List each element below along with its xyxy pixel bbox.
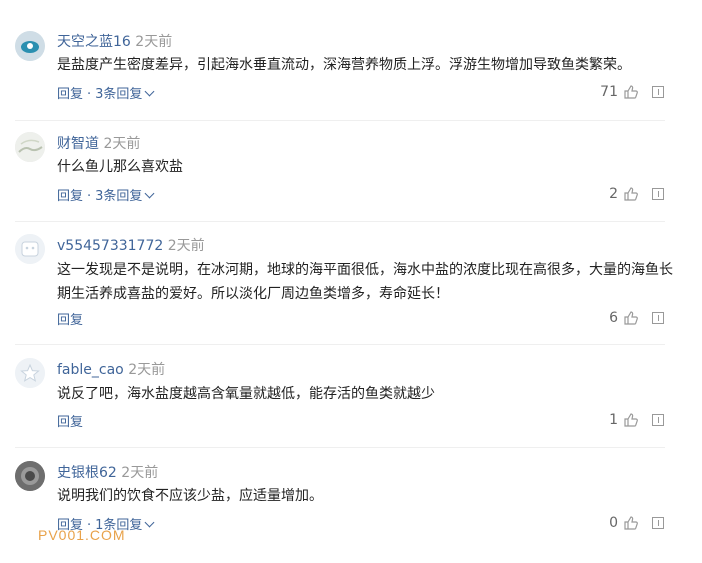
blue-eye-avatar-icon	[15, 31, 45, 61]
report-icon[interactable]	[652, 86, 664, 98]
landscape-avatar-icon	[15, 132, 45, 162]
avatar[interactable]	[15, 461, 45, 491]
replies-count: 3条回复	[95, 87, 143, 102]
thumbs-up-icon[interactable]	[624, 413, 638, 427]
timestamp: 2天前	[103, 136, 141, 152]
timestamp: 2天前	[167, 238, 205, 254]
comment-text: 什么鱼儿那么喜欢盐	[57, 159, 183, 175]
view-replies-button[interactable]: 3条回复	[95, 86, 155, 102]
thumbs-up-icon[interactable]	[624, 311, 638, 325]
comment-meta: v55457331772 2天前	[57, 235, 205, 255]
like-count: 2	[609, 186, 618, 202]
watermark: PV001.COM	[38, 527, 126, 543]
divider	[15, 120, 665, 121]
timestamp: 2天前	[121, 465, 159, 481]
timestamp: 2天前	[135, 34, 173, 50]
reply-button[interactable]: 回复	[57, 87, 83, 102]
comment-text: 是盐度产生密度差异，引起海水垂直流动，深海营养物质上浮。浮游生物增加导致鱼类繁荣…	[57, 57, 631, 73]
thumbs-up-icon[interactable]	[624, 187, 638, 201]
divider	[15, 221, 665, 222]
username[interactable]: 财智道	[57, 136, 99, 152]
comment-actions: 回复	[57, 411, 83, 430]
photo-avatar-icon	[15, 461, 45, 491]
comment-actions: 回复	[57, 309, 83, 328]
comment-meta: 天空之蓝16 2天前	[57, 31, 172, 51]
comment-meta: 史银根62 2天前	[57, 462, 158, 482]
report-icon[interactable]	[652, 517, 664, 529]
comment-meta: fable_cao 2天前	[57, 359, 165, 379]
report-icon[interactable]	[652, 414, 664, 426]
reply-button[interactable]: 回复	[57, 313, 83, 328]
comment-actions: 回复 · 3条回复	[57, 83, 155, 102]
avatar[interactable]	[15, 358, 45, 388]
comment-right-actions: 0	[608, 515, 664, 531]
default-star-avatar-icon	[15, 358, 45, 388]
separator: ·	[87, 189, 92, 204]
username[interactable]: fable_cao	[57, 362, 124, 378]
thumbs-up-icon[interactable]	[624, 85, 638, 99]
username[interactable]: 史银根62	[57, 465, 117, 481]
timestamp: 2天前	[128, 362, 166, 378]
username[interactable]: v55457331772	[57, 238, 163, 254]
avatar[interactable]	[15, 31, 45, 61]
divider	[15, 447, 665, 448]
comment-text: 说明我们的饮食不应该少盐，应适量增加。	[57, 488, 323, 504]
reply-button[interactable]: 回复	[57, 415, 83, 430]
like-count: 71	[600, 84, 618, 100]
reply-button[interactable]: 回复	[57, 189, 83, 204]
chevron-down-icon	[144, 517, 155, 528]
like-count: 6	[609, 310, 618, 326]
view-replies-button[interactable]: 3条回复	[95, 188, 155, 204]
default-user-avatar-icon	[15, 234, 45, 264]
comment-text: 说反了吧，海水盐度越高含氧量就越低，能存活的鱼类就越少	[57, 386, 435, 402]
chevron-down-icon	[144, 86, 155, 97]
separator: ·	[87, 87, 92, 102]
report-icon[interactable]	[652, 312, 664, 324]
chevron-down-icon	[144, 188, 155, 199]
replies-count: 3条回复	[95, 189, 143, 204]
thumbs-up-icon[interactable]	[624, 516, 638, 530]
avatar[interactable]	[15, 234, 45, 264]
comment-right-actions: 6	[608, 310, 664, 326]
like-count: 0	[609, 515, 618, 531]
comment-right-actions: 71	[600, 84, 664, 100]
report-icon[interactable]	[652, 188, 664, 200]
comment-meta: 财智道 2天前	[57, 133, 140, 153]
divider	[15, 344, 665, 345]
username[interactable]: 天空之蓝16	[57, 34, 131, 50]
comment-text: 这一发现是不是说明，在冰河期，地球的海平面很低，海水中盐的浓度比现在高很多，大量…	[57, 262, 673, 302]
comment-right-actions: 2	[608, 186, 664, 202]
avatar[interactable]	[15, 132, 45, 162]
like-count: 1	[609, 412, 618, 428]
comment-actions: 回复 · 3条回复	[57, 185, 155, 204]
comment-right-actions: 1	[608, 412, 664, 428]
